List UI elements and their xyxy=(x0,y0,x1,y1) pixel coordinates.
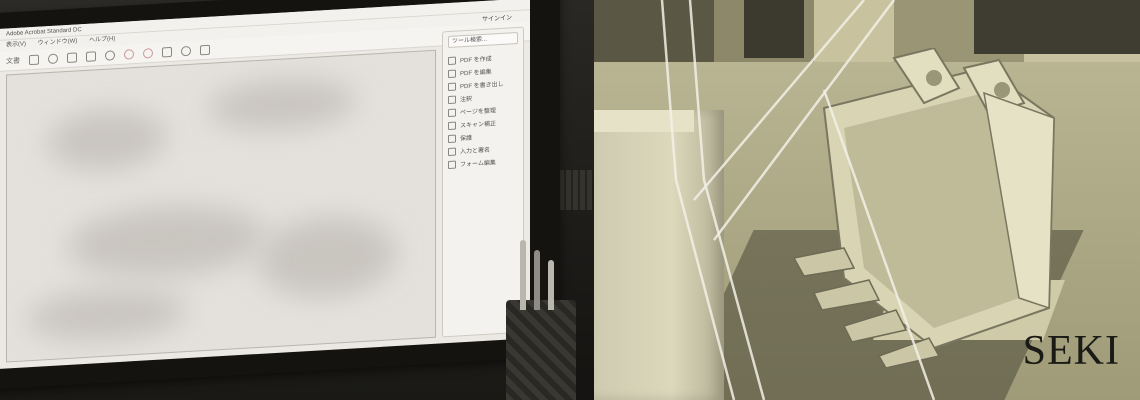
menu-item: ヘルプ(H) xyxy=(89,36,116,44)
pin-hole xyxy=(994,82,1010,98)
pdf-export-icon xyxy=(448,82,456,91)
monitor-screen: Adobe Acrobat Standard DC 表示(V) ウィンドウ(W)… xyxy=(0,0,530,369)
pin-hole xyxy=(926,70,942,86)
bucket-tooth xyxy=(842,309,908,343)
scan-icon xyxy=(448,121,456,130)
comment-icon xyxy=(448,95,456,104)
blurred-text xyxy=(27,285,187,345)
blurred-document xyxy=(6,49,436,363)
tool-label: 保護 xyxy=(460,135,473,143)
tool-label: 入力と署名 xyxy=(460,147,491,156)
bucket-tooth xyxy=(877,337,941,368)
search-icon xyxy=(105,49,115,61)
pdf-create-icon xyxy=(448,56,456,65)
bucket-tooth xyxy=(812,279,881,311)
office-monitor-photo: Adobe Acrobat Standard DC 表示(V) ウィンドウ(W)… xyxy=(0,0,594,400)
menu-item: 表示(V) xyxy=(6,41,26,49)
tool-label: フォーム編集 xyxy=(460,160,496,169)
comment-icon xyxy=(181,45,191,56)
pen-icon xyxy=(200,44,210,55)
computer-monitor: Adobe Acrobat Standard DC 表示(V) ウィンドウ(W)… xyxy=(0,0,560,391)
tool-item: フォーム編集 xyxy=(448,154,518,171)
wrapped-crate-top xyxy=(594,110,694,132)
tool-label: PDF を書き出し xyxy=(460,81,504,91)
excavator-bucket xyxy=(792,48,1056,368)
protect-icon xyxy=(448,134,456,143)
upload-icon xyxy=(48,53,58,64)
pen xyxy=(548,260,554,310)
page-down-icon xyxy=(143,47,153,59)
blurred-text xyxy=(67,200,267,282)
print-icon xyxy=(67,51,77,63)
menu-item: ウィンドウ(W) xyxy=(37,38,78,47)
tool-label: PDF を編集 xyxy=(460,69,492,78)
tools-pane: ツール検索... PDF を作成 PDF を編集 PDF を書き出し 注釈 ペー… xyxy=(442,26,524,338)
tool-label: ページを整理 xyxy=(460,108,496,117)
page-number-icon xyxy=(162,46,172,58)
blurred-text xyxy=(207,75,357,134)
brand-logo: SEKI xyxy=(1022,328,1120,374)
tool-label: 注釈 xyxy=(460,96,473,104)
save-icon xyxy=(29,54,39,65)
tools-search-field: ツール検索... xyxy=(448,31,518,49)
page-up-icon xyxy=(124,48,134,60)
blurred-text xyxy=(257,212,397,302)
mail-icon xyxy=(86,50,96,62)
wrapped-crate xyxy=(594,110,724,400)
blurred-text xyxy=(47,106,167,174)
pdf-edit-icon xyxy=(448,69,456,78)
hero-banner: Adobe Acrobat Standard DC 表示(V) ウィンドウ(W)… xyxy=(0,0,1140,400)
fill-sign-icon xyxy=(448,147,456,156)
factory-building xyxy=(974,0,1140,54)
tool-label: スキャン補正 xyxy=(460,121,497,130)
organize-pages-icon xyxy=(448,108,456,117)
form-icon xyxy=(448,160,456,169)
pen xyxy=(520,240,526,310)
pen-holder xyxy=(506,240,576,400)
tab-document: 文書 xyxy=(6,57,20,66)
pen xyxy=(534,250,540,310)
tool-label: PDF を作成 xyxy=(460,56,492,65)
